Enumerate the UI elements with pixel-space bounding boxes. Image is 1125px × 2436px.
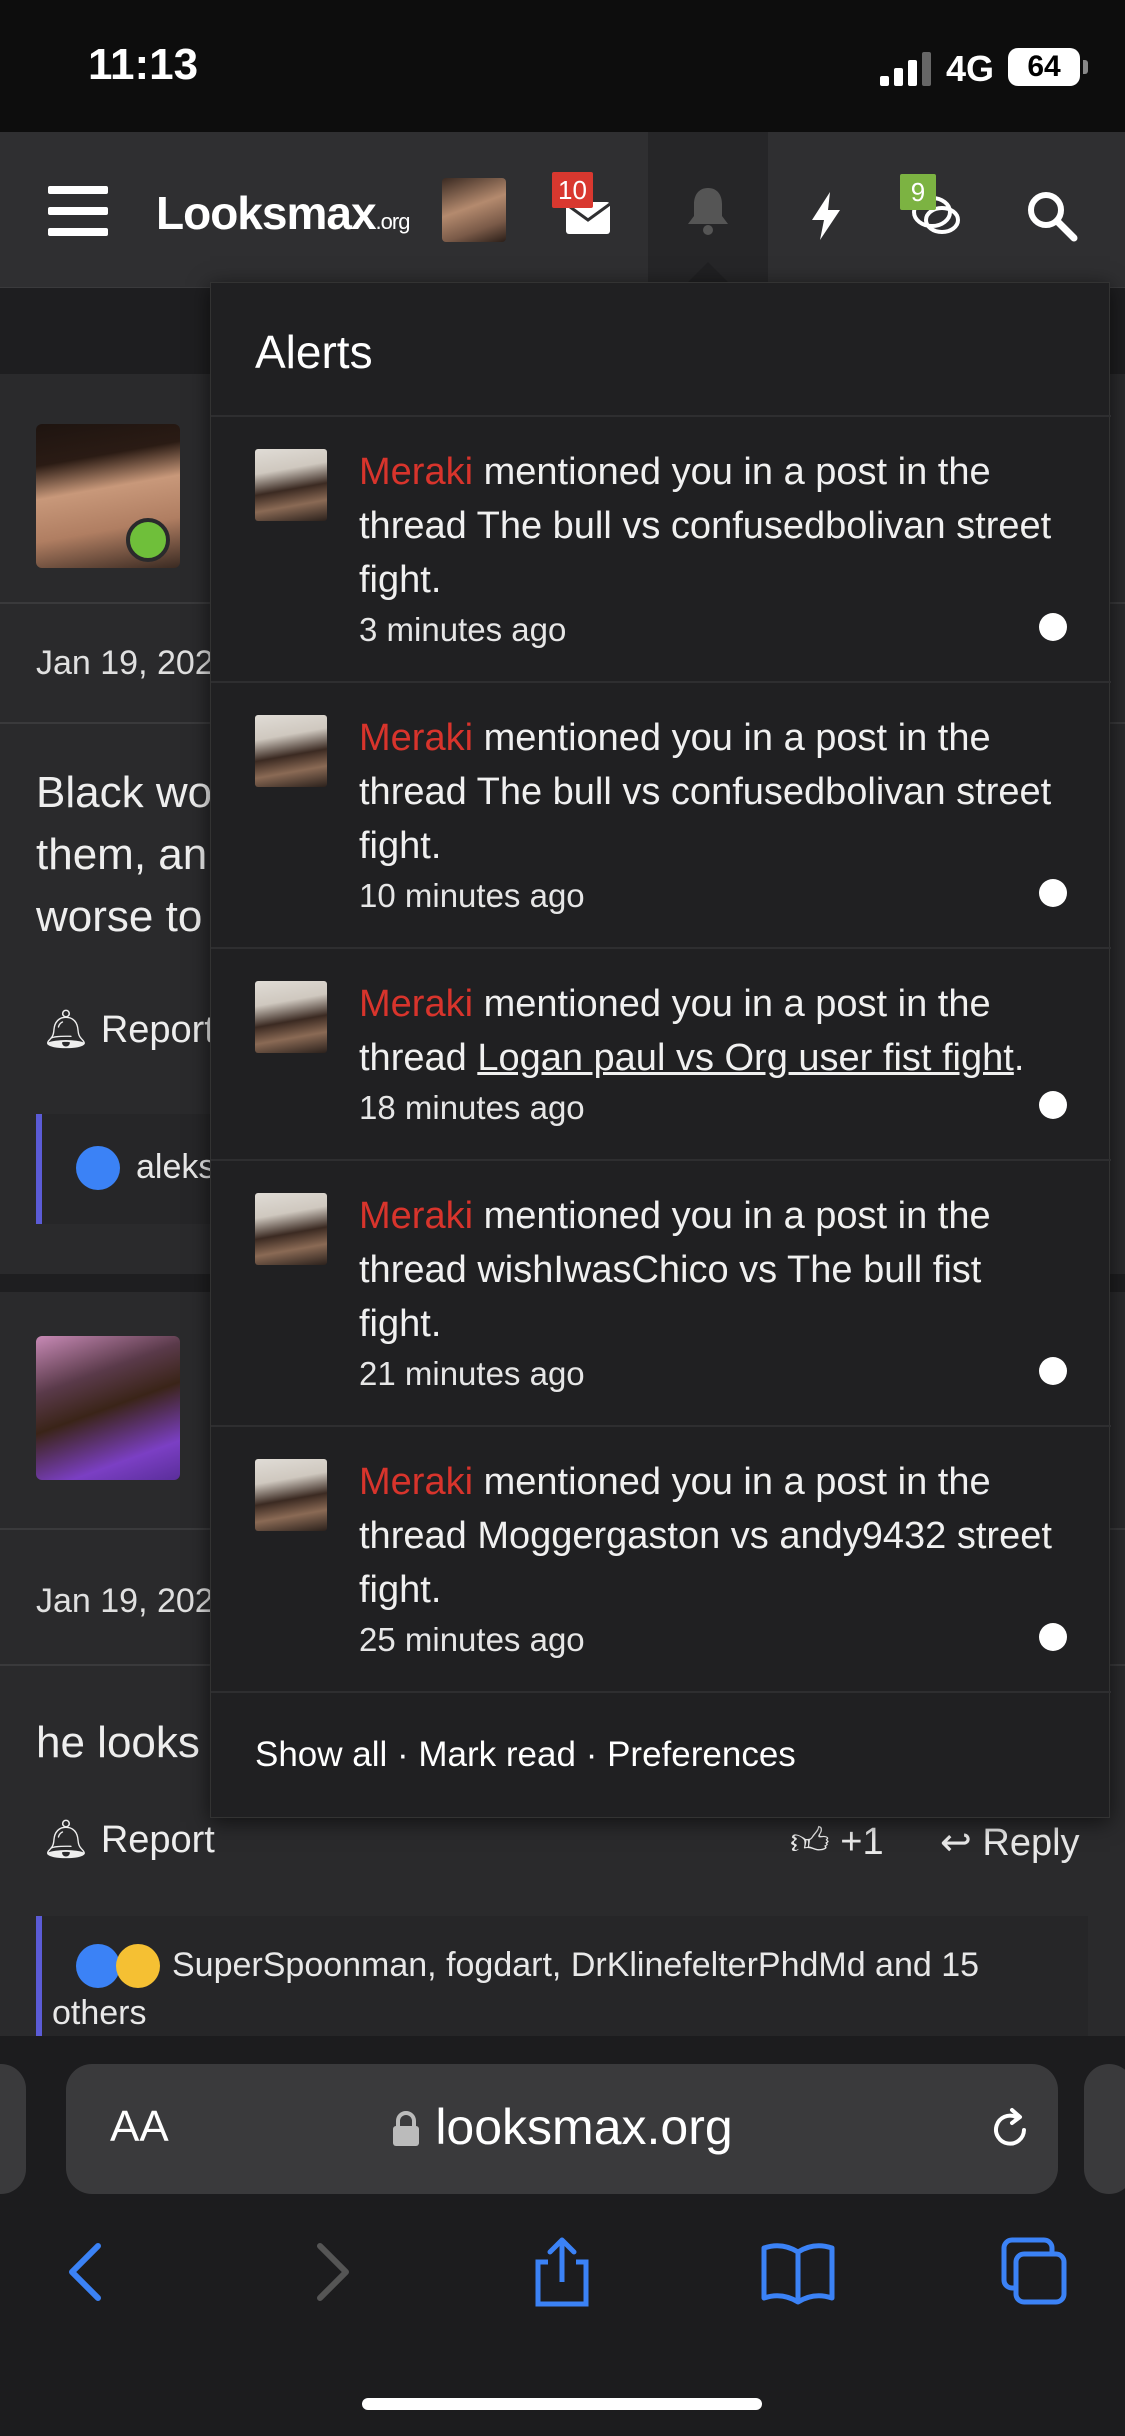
like-reaction-icon xyxy=(76,1944,120,1988)
unread-indicator[interactable] xyxy=(1039,613,1067,641)
reload-icon[interactable] xyxy=(986,2106,1034,2154)
next-tab-peek[interactable] xyxy=(1084,2064,1125,2194)
browser-toolbar: AA looksmax.org xyxy=(0,2036,1125,2436)
alert-avatar[interactable] xyxy=(255,1459,327,1531)
alert-thread-link[interactable]: Logan paul vs Org user fist fight xyxy=(477,1037,1014,1079)
alert-time: 25 minutes ago xyxy=(359,1621,585,1658)
user-avatar[interactable] xyxy=(442,178,506,242)
alert-avatar[interactable] xyxy=(255,1193,327,1265)
alert-item[interactable]: Meraki mentioned you in a post in the th… xyxy=(211,1159,1111,1425)
top-nav: Looksmax.org 10 9 xyxy=(0,132,1125,288)
alert-item[interactable]: Meraki mentioned you in a post in the th… xyxy=(211,415,1111,681)
alerts-footer: Show all · Mark read · Preferences xyxy=(255,1735,796,1774)
inbox-badge: 10 xyxy=(552,172,593,208)
like-button[interactable]: 👍︎ +1 xyxy=(790,1820,884,1865)
report-button[interactable]: 🔔︎ Report xyxy=(42,1008,215,1052)
forward-icon[interactable] xyxy=(290,2232,370,2312)
alerts-divider xyxy=(211,1691,1111,1693)
status-time: 11:13 xyxy=(88,40,199,89)
post-date[interactable]: Jan 19, 202 xyxy=(36,1582,214,1621)
status-bar: 11:13 4G 64 xyxy=(0,0,1125,132)
post-author-avatar[interactable] xyxy=(36,1336,180,1480)
unread-indicator[interactable] xyxy=(1039,1091,1067,1119)
alert-time: 3 minutes ago xyxy=(359,611,567,648)
unread-indicator[interactable] xyxy=(1039,1623,1067,1651)
report-button[interactable]: 🔔︎ Report xyxy=(42,1818,215,1862)
alert-time: 18 minutes ago xyxy=(359,1089,585,1126)
bookmarks-icon[interactable] xyxy=(758,2232,838,2312)
alert-avatar[interactable] xyxy=(255,981,327,1053)
reaction-summary[interactable]: SuperSpoonman, fogdart, DrKlinefelterPhd… xyxy=(36,1916,1088,2036)
alert-username[interactable]: Meraki xyxy=(359,451,473,493)
post-body: Black wo them, an worse to xyxy=(36,768,213,941)
alert-item[interactable]: Meraki mentioned you in a post in the th… xyxy=(211,1425,1111,1691)
back-icon[interactable] xyxy=(48,2232,128,2312)
alert-item[interactable]: Meraki mentioned you in a post in the th… xyxy=(211,947,1111,1159)
unread-indicator[interactable] xyxy=(1039,879,1067,907)
alert-username[interactable]: Meraki xyxy=(359,1461,473,1503)
alert-time: 21 minutes ago xyxy=(359,1355,585,1392)
laugh-reaction-icon xyxy=(116,1944,160,1988)
network-type: 4G xyxy=(946,48,995,89)
alert-item[interactable]: Meraki mentioned you in a post in the th… xyxy=(211,681,1111,947)
site-logo[interactable]: Looksmax.org xyxy=(156,186,410,240)
reply-icon: ↩ xyxy=(940,1822,972,1864)
alert-username[interactable]: Meraki xyxy=(359,983,473,1025)
previous-tab-peek[interactable] xyxy=(0,2064,26,2194)
conversations-badge: 9 xyxy=(900,174,936,210)
home-indicator xyxy=(362,2398,762,2410)
alert-username[interactable]: Meraki xyxy=(359,717,473,759)
unread-indicator[interactable] xyxy=(1039,1357,1067,1385)
alerts-dropdown: Alerts Meraki mentioned you in a post in… xyxy=(210,282,1111,1818)
online-indicator xyxy=(126,518,170,562)
alert-time: 10 minutes ago xyxy=(359,877,585,914)
mark-read-link[interactable]: Mark read xyxy=(418,1735,576,1774)
share-icon[interactable] xyxy=(522,2232,602,2312)
alert-avatar[interactable] xyxy=(255,715,327,787)
alerts-title: Alerts xyxy=(255,326,373,378)
alert-username[interactable]: Meraki xyxy=(359,1195,473,1237)
lightning-icon[interactable] xyxy=(798,188,854,244)
tabs-icon[interactable] xyxy=(994,2232,1074,2312)
preferences-link[interactable]: Preferences xyxy=(607,1735,796,1774)
bell-icon: 🔔︎ xyxy=(42,1819,91,1861)
url-text[interactable]: looksmax.org xyxy=(66,2098,1058,2156)
address-bar[interactable]: AA looksmax.org xyxy=(66,2064,1058,2194)
bell-icon xyxy=(688,188,728,235)
lock-icon xyxy=(393,2111,420,2146)
bell-icon: 🔔︎ xyxy=(42,1009,91,1051)
menu-icon[interactable] xyxy=(48,186,108,236)
post-actions: 🔔︎ Report 👍︎ +1 ↩ Reply SuperSpoonman, f… xyxy=(0,1806,1125,2036)
reply-button[interactable]: ↩ Reply xyxy=(940,1820,1080,1865)
show-all-link[interactable]: Show all xyxy=(255,1735,387,1774)
post-body: he looks xyxy=(36,1718,200,1767)
alert-avatar[interactable] xyxy=(255,449,327,521)
search-icon[interactable] xyxy=(1024,188,1080,244)
post-date[interactable]: Jan 19, 202 xyxy=(36,644,214,683)
signal-icon xyxy=(880,52,931,86)
battery-icon: 64 xyxy=(1008,48,1088,86)
alerts-caret xyxy=(686,262,730,284)
like-reaction-icon xyxy=(76,1146,120,1190)
thumbs-up-icon: 👍︎ xyxy=(790,1821,830,1863)
